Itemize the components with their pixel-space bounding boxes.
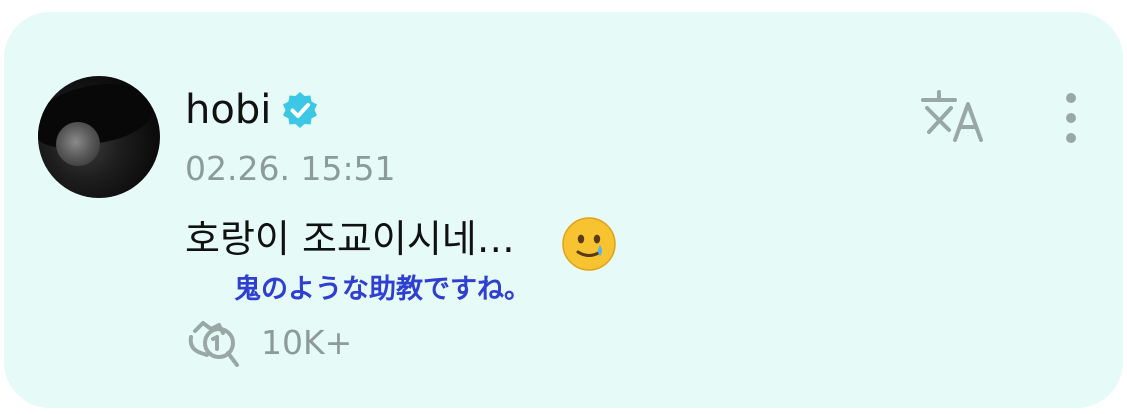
post-text: 호랑이 조교이시네… <box>185 217 515 261</box>
reaction-count: 10K+ <box>261 323 353 362</box>
reaction-bubble-icon <box>188 321 239 367</box>
reaction-button[interactable]: 10K+ <box>185 315 352 371</box>
avatar-face-shape <box>56 122 100 166</box>
username[interactable]: hobi <box>185 86 271 134</box>
translate-icon[interactable] <box>919 88 989 144</box>
more-vertical-icon[interactable] <box>1056 88 1086 148</box>
verified-badge-icon <box>283 92 317 128</box>
avatar[interactable] <box>38 76 160 198</box>
post-timestamp: 02.26. 15:51 <box>185 149 396 188</box>
smiling-face-with-tear-icon <box>562 217 616 271</box>
translation-text: 鬼のような助教ですね。 <box>234 274 531 305</box>
post-card: hobi 02.26. 15:51 호랑이 조교이시네… 鬼のような助教ですね。 <box>4 12 1123 408</box>
